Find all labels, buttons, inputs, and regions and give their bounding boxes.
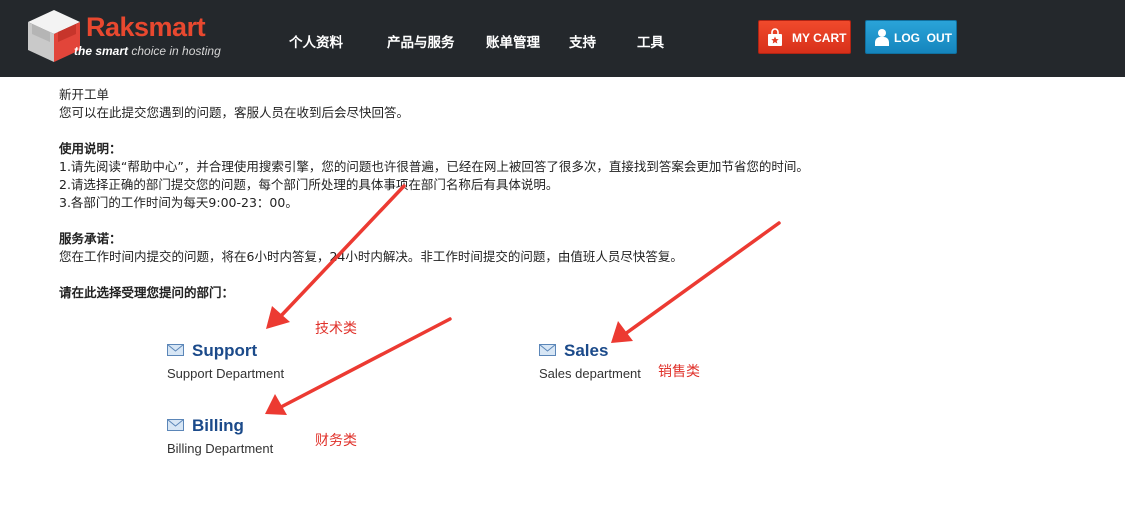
my-cart-button[interactable]: MY CART — [758, 20, 851, 54]
envelope-icon — [539, 344, 556, 356]
top-header: Raksmart the smart choice in hosting 个人资… — [0, 0, 1125, 77]
department-desc-sales: Sales department — [539, 366, 641, 381]
logo-tagline-bold: the smart — [74, 44, 129, 58]
select-department-prompt: 请在此选择受理您提问的部门： — [59, 285, 235, 300]
department-name-billing[interactable]: Billing — [192, 416, 244, 436]
logout-label: LOG OUT — [894, 31, 952, 45]
logout-button[interactable]: LOG OUT — [865, 20, 957, 54]
department-name-support[interactable]: Support — [192, 341, 257, 361]
department-desc-support: Support Department — [167, 366, 285, 381]
department-name-sales[interactable]: Sales — [564, 341, 608, 361]
arrow-to-sales — [611, 221, 781, 343]
usage-item: 2.请选择正确的部门提交您的问题，每个部门所处理的具体事项在部门名称后有具体说明… — [59, 177, 559, 192]
nav-tools[interactable]: 工具 — [637, 31, 664, 51]
my-cart-label: MY CART — [792, 31, 847, 45]
envelope-icon — [167, 419, 184, 431]
promise-text: 您在工作时间内提交的问题，将在6小时内答复，24小时内解决。非工作时间提交的问题… — [59, 249, 683, 264]
user-icon — [875, 29, 889, 46]
page-subtitle: 您可以在此提交您遇到的问题，客服人员在收到后会尽快回答。 — [59, 105, 410, 120]
nav-profile[interactable]: 个人资料 — [289, 31, 343, 51]
annotation-support: 技术类 — [315, 321, 357, 337]
envelope-icon — [167, 344, 184, 356]
usage-item: 1.请先阅读“帮助中心”，并合理使用搜索引擎，您的问题也许很普遍，已经在网上被回… — [59, 159, 809, 174]
logo-wordmark: Raksmart — [86, 12, 206, 42]
annotation-billing: 财务类 — [315, 433, 357, 449]
logo-tagline: the smart choice in hosting — [74, 44, 221, 58]
annotation-sales: 销售类 — [658, 364, 700, 380]
logo-tagline-rest: choice in hosting — [128, 44, 221, 58]
usage-heading: 使用说明： — [59, 141, 122, 156]
arrow-to-billing — [265, 317, 452, 415]
nav-support[interactable]: 支持 — [569, 31, 596, 51]
promise-heading: 服务承诺： — [59, 231, 122, 246]
shopping-bag-icon — [768, 28, 782, 46]
nav-products-services[interactable]: 产品与服务 — [387, 31, 455, 51]
department-desc-billing: Billing Department — [167, 441, 274, 456]
page-title: 新开工单 — [59, 87, 110, 102]
nav-billing[interactable]: 账单管理 — [486, 31, 540, 51]
raksmart-logo[interactable]: Raksmart the smart choice in hosting — [22, 8, 221, 64]
usage-item: 3.各部门的工作时间为每天9:00-23：00。 — [59, 195, 298, 210]
